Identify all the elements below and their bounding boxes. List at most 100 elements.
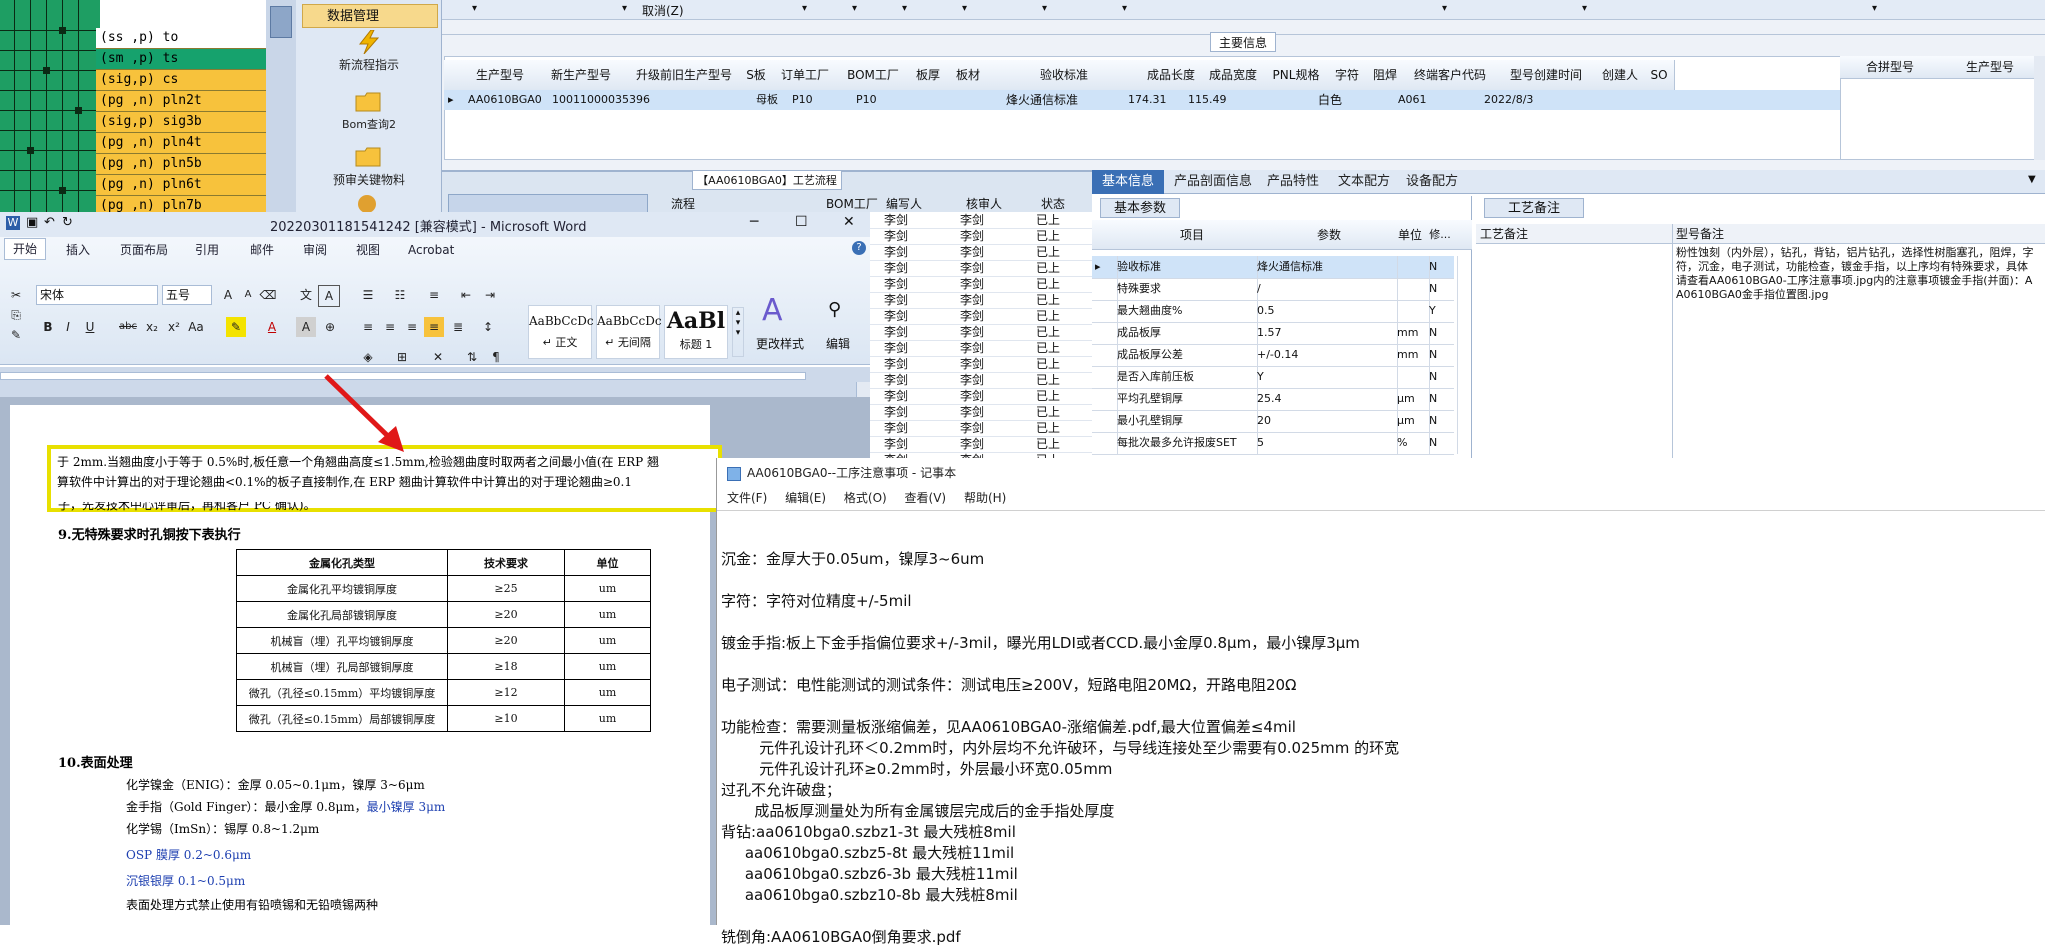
align-left-icon[interactable]: ≡ — [358, 317, 378, 337]
list-item[interactable]: (pg ,n) pln5b — [96, 154, 266, 175]
table-row[interactable]: 李剑 李剑 已上 — [870, 308, 1092, 325]
table-row[interactable]: 李剑 李剑 已上 — [870, 292, 1092, 309]
nav-key-material[interactable]: 预审关键物料 — [296, 145, 442, 188]
list-item[interactable]: (ss ,p) to — [96, 28, 266, 49]
font-color-icon[interactable]: A — [262, 317, 282, 337]
multilevel-list-icon[interactable]: ≡ — [424, 285, 444, 305]
chevron-down-icon[interactable]: ▾ — [622, 3, 627, 14]
col-header[interactable]: 型号备注 — [1676, 224, 1826, 244]
table-row[interactable]: 李剑 李剑 已上 — [870, 356, 1092, 373]
scrollbar[interactable] — [2034, 56, 2045, 160]
edit-button[interactable]: 编辑 — [826, 335, 850, 352]
cancel-button[interactable]: 取消(Z) — [642, 2, 684, 19]
chevron-down-icon[interactable]: ▾ — [962, 3, 967, 14]
list-item[interactable]: (pg ,n) pln4t — [96, 133, 266, 154]
tab-references[interactable]: 引用 — [195, 240, 219, 260]
table-row[interactable]: 李剑 李剑 已上 — [870, 228, 1092, 245]
chevron-down-icon[interactable]: ▾ — [1582, 3, 1587, 14]
close-icon[interactable]: ✕ — [843, 214, 855, 230]
cut-icon[interactable]: ✂ — [6, 285, 26, 305]
col-header[interactable]: 终端客户代码 — [1404, 60, 1497, 91]
change-case-button[interactable]: Aa — [186, 317, 206, 337]
shading-icon[interactable]: ◈ — [358, 347, 378, 367]
maximize-icon[interactable]: ☐ — [795, 214, 808, 230]
style-heading-1[interactable]: AaBl 标题 1 — [664, 305, 728, 359]
char-border-icon[interactable]: A — [318, 285, 340, 307]
superscript-button[interactable]: x² — [164, 317, 184, 337]
table-row[interactable]: 李剑 李剑 已上 — [870, 212, 1092, 229]
user-icon[interactable] — [358, 195, 376, 213]
save-icon[interactable]: ▣ — [26, 215, 38, 230]
table-row[interactable]: 李剑 李剑 已上 — [870, 436, 1092, 453]
tab-section-info[interactable]: 产品剖面信息 — [1164, 170, 1262, 194]
table-row[interactable]: 李剑 李剑 已上 — [870, 244, 1092, 261]
tab-acrobat[interactable]: Acrobat — [408, 240, 454, 260]
col-header[interactable]: 流程 — [667, 194, 822, 214]
col-header[interactable]: 编写人 — [882, 194, 962, 214]
menu-view[interactable]: 查看(V) — [905, 491, 947, 505]
col-header[interactable]: 阻焊 — [1366, 60, 1405, 91]
col-header[interactable]: 核审人 — [962, 194, 1037, 214]
styles-scroll[interactable]: ▴ ▾ ▾ — [732, 307, 744, 357]
chevron-down-icon[interactable]: ▾ — [1122, 3, 1127, 14]
format-painter-icon[interactable]: ✎ — [6, 325, 26, 345]
col-header[interactable]: 升级前旧生产型号 — [628, 60, 741, 91]
nav-bom-query[interactable]: Bom查询2 — [296, 90, 442, 132]
col-header[interactable]: 参数 — [1264, 220, 1394, 250]
col-header[interactable]: BOM工厂 — [822, 194, 882, 214]
distribute-icon[interactable]: ≣ — [448, 317, 468, 337]
bold-button[interactable]: B — [38, 317, 58, 337]
tab-basic-info[interactable]: 基本信息 — [1092, 170, 1165, 194]
col-header[interactable]: 创建人 — [1596, 60, 1645, 91]
col-header[interactable]: 成品长度 — [1140, 60, 1203, 91]
col-header[interactable]: BOM工厂 — [838, 60, 909, 91]
col-header[interactable]: 修... — [1426, 220, 1454, 250]
menu-file[interactable]: 文件(F) — [727, 491, 767, 505]
table-row[interactable]: 成品板厚公差 +/-0.14 mm N — [1092, 344, 1458, 367]
calculator-icon[interactable] — [270, 6, 292, 38]
tab-process-notes[interactable]: 工艺备注 — [1484, 198, 1584, 218]
col-header[interactable]: S板 — [740, 60, 773, 91]
col-header[interactable]: 工艺备注 — [1480, 224, 1630, 244]
clear-format-icon[interactable]: ⌫ — [258, 285, 278, 305]
tab-insert[interactable]: 插入 — [66, 240, 90, 260]
binoculars-icon[interactable]: ⚲ — [828, 299, 841, 320]
chevron-down-icon[interactable]: ▼ — [2028, 174, 2036, 185]
strikethrough-button[interactable]: abc — [118, 317, 138, 337]
nav-data-management[interactable]: 数据管理 — [302, 4, 438, 28]
col-header[interactable]: 生产型号 — [466, 60, 535, 91]
grow-font-icon[interactable]: A — [218, 285, 238, 305]
redo-icon[interactable]: ↻ — [62, 215, 73, 230]
chevron-down-icon[interactable]: ▾ — [902, 3, 907, 14]
increase-indent-icon[interactable]: ⇥ — [480, 285, 500, 305]
underline-button[interactable]: U — [80, 317, 100, 337]
style-no-spacing[interactable]: AaBbCcDc ↵ 无间隔 — [596, 305, 662, 359]
enclose-char-icon[interactable]: ⊕ — [320, 317, 340, 337]
change-styles-icon[interactable]: A — [762, 293, 783, 328]
font-size-select[interactable]: 五号 — [162, 285, 212, 305]
style-normal[interactable]: AaBbCcDc ↵ 正文 — [528, 305, 594, 359]
col-header[interactable]: 订单工厂 — [772, 60, 839, 91]
table-row[interactable]: 李剑 李剑 已上 — [870, 404, 1092, 421]
table-row[interactable]: 李剑 李剑 已上 — [870, 420, 1092, 437]
col-header[interactable]: 型号创建时间 — [1496, 60, 1597, 91]
tab-layout[interactable]: 页面布局 — [120, 240, 168, 260]
nav-new-process[interactable]: 新流程指示 — [296, 30, 442, 73]
col-header[interactable]: 验收标准 — [988, 60, 1141, 91]
table-row[interactable]: 李剑 李剑 已上 — [870, 340, 1092, 357]
italic-button[interactable]: I — [58, 317, 78, 337]
show-marks-icon[interactable]: ¶ — [486, 347, 506, 367]
menu-edit[interactable]: 编辑(E) — [785, 491, 826, 505]
col-header[interactable]: 板厚 — [908, 60, 949, 91]
borders-icon[interactable]: ⊞ — [392, 347, 412, 367]
chevron-down-icon[interactable]: ▾ — [852, 3, 857, 14]
list-item[interactable]: (sig,p) cs — [96, 70, 266, 91]
highlight-icon[interactable]: ✎ — [226, 317, 246, 337]
chevron-down-icon[interactable]: ▾ — [472, 3, 477, 14]
table-row[interactable]: 最小孔壁铜厚 20 μm N — [1092, 410, 1458, 433]
table-row[interactable]: 成品板厚 1.57 mm N — [1092, 322, 1458, 345]
col-header[interactable]: 状态 — [1037, 194, 1082, 214]
chevron-down-icon[interactable]: ▾ — [1042, 3, 1047, 14]
table-row[interactable]: 平均孔壁铜厚 25.4 μm N — [1092, 388, 1458, 411]
col-header[interactable]: 合拼型号 — [1840, 56, 1941, 79]
